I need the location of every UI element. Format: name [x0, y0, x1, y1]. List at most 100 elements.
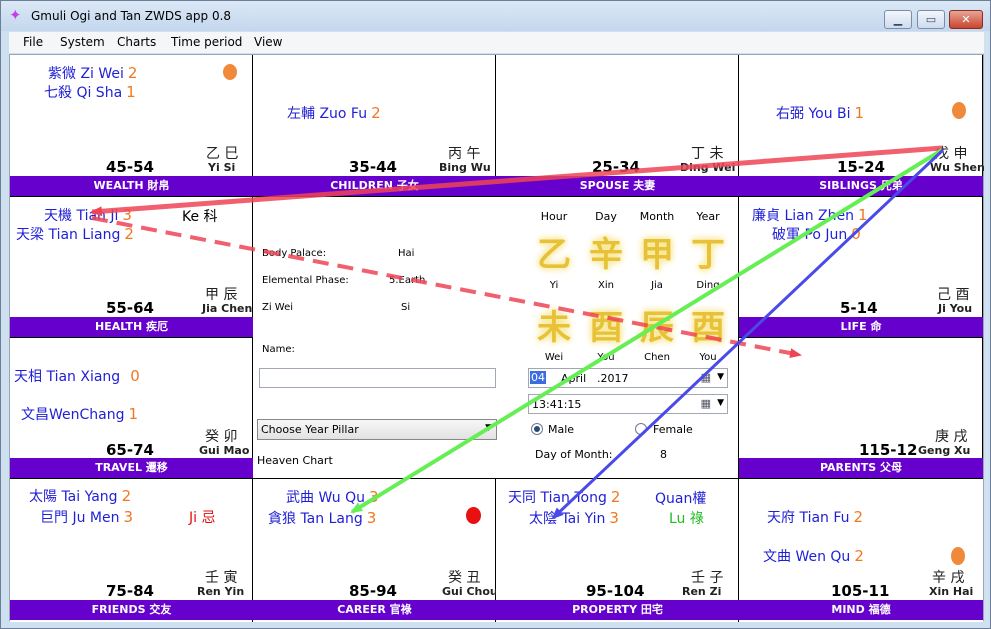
body-palace-value: Hai — [398, 248, 415, 259]
palace-travel[interactable]: 天相 Tian Xiang 0 文昌WenChang 1 癸 卯 65-74 Gui… — [10, 338, 253, 479]
palace-label: PROPERTY 田宅 — [496, 600, 739, 620]
star-wu-qu: 武曲 Wu Qu 3 — [286, 488, 379, 506]
female-radio[interactable] — [635, 423, 647, 435]
pillar-head-day: Day — [595, 210, 617, 223]
date-day[interactable]: 04 — [530, 371, 546, 384]
title-bar[interactable]: ✦ Gmuli Ogi and Tan ZWDS app 0.8 ▁ ▭ ✕ — [1, 1, 990, 31]
age-range: 25-34 — [592, 158, 640, 176]
pillar-branch-hour: 未 — [537, 308, 571, 348]
age-range: 75-84 — [106, 582, 154, 600]
age-range: 55-64 — [106, 299, 154, 317]
pillar-stem-py-month: Jia — [651, 280, 663, 291]
palace-siblings[interactable]: 右弼 You Bi 1 戊 申 15-24 Wu Shen SIBLINGS 兄弟 — [739, 55, 985, 197]
stem-branch-pinyin: Jia Chen — [202, 302, 253, 315]
transformation-lu: Lu 祿 — [669, 511, 704, 527]
pillar-branch-day: 酉 — [589, 308, 623, 348]
star-ju-men: 巨門 Ju Men 3 — [40, 508, 134, 526]
calendar-icon[interactable]: ▦ — [701, 371, 711, 384]
star-tian-xiang: 天相 Tian Xiang 0 — [14, 367, 140, 385]
menu-file[interactable]: File — [23, 35, 43, 49]
chart-area: 紫微 Zi Wei 2 七殺 Qi Sha 1 乙 巳 45-54 Yi Si WE… — [9, 54, 985, 622]
age-range: 65-74 — [106, 441, 154, 459]
age-range: 105-11 — [831, 582, 890, 600]
name-label: Name: — [262, 344, 295, 355]
palace-label: SIBLINGS 兄弟 — [739, 176, 983, 196]
menu-system[interactable]: System — [60, 35, 105, 49]
age-range: 95-104 — [586, 582, 645, 600]
male-radio[interactable] — [531, 423, 543, 435]
palace-wealth[interactable]: 紫微 Zi Wei 2 七殺 Qi Sha 1 乙 巳 45-54 Yi Si WE… — [10, 55, 253, 197]
menu-time-period[interactable]: Time period — [171, 35, 242, 49]
stem-branch-pinyin: Wu Shen — [930, 161, 985, 174]
star-you-bi: 右弼 You Bi 1 — [776, 104, 865, 122]
stem-branch-pinyin: Geng Xu — [918, 444, 971, 457]
palace-parents[interactable]: 庚 戌 115-12 Geng Xu PARENTS 父母 — [739, 338, 983, 479]
palace-label: TRAVEL 遷移 — [10, 458, 253, 478]
pillar-branch-py-month: Chen — [644, 352, 670, 363]
stem-branch-pinyin: Ren Yin — [197, 585, 245, 598]
pillar-branch-py-day: You — [597, 352, 615, 363]
stem-branch-pinyin: Ji You — [938, 302, 973, 315]
star-wen-qu: 文曲 Wen Qu 2 — [763, 547, 864, 565]
star-lian-zhen: 廉貞 Lian Zhen 1 — [752, 206, 868, 224]
menu-charts[interactable]: Charts — [117, 35, 156, 49]
app-window: ✦ Gmuli Ogi and Tan ZWDS app 0.8 ▁ ▭ ✕ F… — [0, 0, 991, 629]
pillar-branch-py-year: You — [699, 352, 717, 363]
window-title: Gmuli Ogi and Tan ZWDS app 0.8 — [31, 9, 232, 23]
name-input[interactable] — [259, 368, 496, 388]
star-tai-yang: 太陽 Tai Yang 2 — [29, 487, 132, 505]
time-value[interactable]: 13:41:15 — [532, 398, 581, 411]
palace-life[interactable]: 廉貞 Lian Zhen 1 破軍 Po Jun 0 己 酉 5-14 Ji You… — [739, 197, 983, 338]
close-icon: ✕ — [961, 13, 971, 26]
stem-branch-cn: 乙 巳 — [206, 146, 239, 162]
age-range: 5-14 — [840, 299, 878, 317]
stem-branch-pinyin: Yi Si — [208, 161, 236, 174]
palace-friends[interactable]: 太陽 Tai Yang 2 巨門 Ju Men 3 Ji 忌 壬 寅 75-84 R… — [10, 479, 253, 622]
pillar-head-year: Year — [696, 210, 720, 223]
pillar-stem-py-hour: Yi — [549, 280, 559, 291]
menu-view[interactable]: View — [254, 35, 282, 49]
calendar-icon[interactable]: ▦ — [701, 397, 711, 410]
maximize-icon: ▭ — [925, 13, 937, 26]
age-range: 15-24 — [837, 158, 885, 176]
star-tan-lang: 貪狼 Tan Lang 3 — [268, 509, 377, 527]
chevron-down-icon[interactable]: ▼ — [717, 372, 724, 382]
stem-branch-cn: 壬 寅 — [205, 570, 238, 586]
pillar-stem-py-day: Xin — [598, 280, 614, 291]
palace-property[interactable]: 天同 Tian Tong 2 Quan權 太陰 Tai Yin 3 Lu 祿 壬 子… — [496, 479, 739, 622]
palace-spouse[interactable]: 丁 未 25-34 Ding Wei SPOUSE 夫妻 — [496, 55, 739, 197]
date-year[interactable]: .2017 — [597, 372, 629, 385]
heaven-chart-label: Heaven Chart — [257, 454, 333, 467]
stem-branch-pinyin: Gui Mao — [199, 444, 250, 457]
palace-career[interactable]: 武曲 Wu Qu 3 貪狼 Tan Lang 3 癸 丑 85-94 Gui Cho… — [253, 479, 498, 622]
close-button[interactable]: ✕ — [949, 10, 983, 29]
female-label: Female — [653, 423, 693, 436]
status-dot — [951, 547, 965, 565]
star-tian-tong: 天同 Tian Tong 2 — [508, 488, 621, 506]
stem-branch-pinyin: Ding Wei — [680, 161, 736, 174]
minimize-button[interactable]: ▁ — [884, 10, 912, 29]
day-of-month-label: Day of Month: — [535, 448, 613, 461]
stem-branch-pinyin: Xin Hai — [929, 585, 974, 598]
pillar-branch-year: 酉 — [691, 308, 725, 348]
star-tian-fu: 天府 Tian Fu 2 — [767, 508, 864, 526]
palace-mind[interactable]: 天府 Tian Fu 2 文曲 Wen Qu 2 辛 戌 105-11 Xin Ha… — [739, 479, 983, 622]
age-range: 35-44 — [349, 158, 397, 176]
elemental-phase-label: Elemental Phase: — [262, 275, 349, 286]
chevron-down-icon[interactable]: ▼ — [717, 398, 724, 408]
minimize-icon: ▁ — [893, 13, 903, 26]
year-pillar-select[interactable]: Choose Year Pillar ▼ — [257, 419, 497, 440]
stem-branch-cn: 己 酉 — [937, 287, 970, 303]
age-range: 45-54 — [106, 158, 154, 176]
star-zuo-fu: 左輔 Zuo Fu 2 — [287, 104, 381, 122]
status-dot — [466, 507, 481, 524]
transformation-ke: Ke 科 — [182, 209, 218, 225]
date-month[interactable]: April — [561, 372, 586, 385]
time-picker[interactable]: 13:41:15 ▦ ▼ — [528, 394, 728, 414]
maximize-button[interactable]: ▭ — [917, 10, 945, 29]
palace-children[interactable]: 左輔 Zuo Fu 2 丙 午 35-44 Bing Wu CHILDREN 子女 — [253, 55, 496, 197]
palace-health[interactable]: 天機 Tian Ji 3 Ke 科 天梁 Tian Liang 2 甲 辰 55-6… — [10, 197, 253, 338]
menu-bar: File System Charts Time period View — [9, 32, 984, 53]
date-picker[interactable]: 04 April .2017 ▦ ▼ — [528, 368, 728, 388]
star-po-jun: 破軍 Po Jun 0 — [772, 225, 861, 243]
